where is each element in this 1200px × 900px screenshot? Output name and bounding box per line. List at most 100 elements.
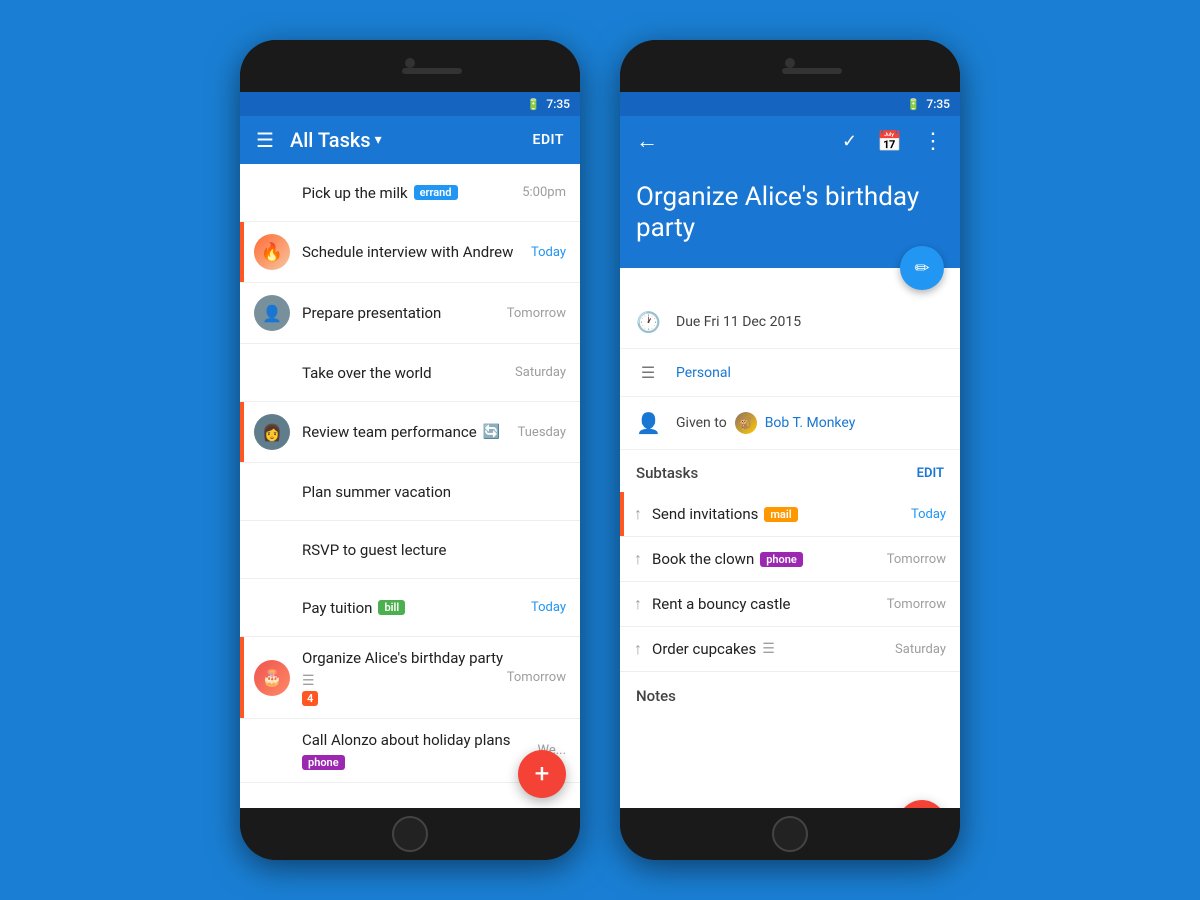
task-text: Pick up the milk errand <box>302 184 522 202</box>
task-list: Pick up the milk errand 5:00pm 🔥 Schedul… <box>240 164 580 808</box>
subtask-due: Tomorrow <box>887 552 946 567</box>
subtask-item[interactable]: ↑ Order cupcakes ☰ Saturday <box>620 627 960 672</box>
due-date-text: Due Fri 11 Dec 2015 <box>676 314 801 330</box>
menu-icon[interactable]: ☰ <box>256 128 274 152</box>
assignee-info: Given to 🐒 Bob T. Monkey <box>676 412 855 434</box>
left-screen: 🔋 7:35 ☰ All Tasks ▾ EDIT Pick <box>240 92 580 808</box>
subtasks-edit-button[interactable]: EDIT <box>917 466 944 481</box>
camera <box>405 58 415 68</box>
home-button[interactable] <box>392 816 428 852</box>
task-item[interactable]: Plan summer vacation <box>240 463 580 521</box>
subtask-item[interactable]: ↑ Rent a bouncy castle Tomorrow <box>620 582 960 627</box>
detail-meta: 🕐 Due Fri 11 Dec 2015 ☰ Personal 👤 Given… <box>620 268 960 450</box>
notes-icon: ☰ <box>762 641 775 657</box>
bottom-bezel <box>240 808 580 860</box>
top-bezel-right <box>620 40 960 92</box>
task-due: Tomorrow <box>507 306 566 321</box>
bottom-bezel-right <box>620 808 960 860</box>
avatar: 🔥 <box>254 234 290 270</box>
phone-badge: phone <box>760 552 803 567</box>
task-due: 5:00pm <box>522 185 566 200</box>
task-text: Schedule interview with Andrew <box>302 243 531 261</box>
task-main-title: Organize Alice's birthday party <box>636 182 944 244</box>
task-title-area: Organize Alice's birthday party ✏ <box>620 166 960 268</box>
battery-icon-right: 🔋 <box>907 98 921 111</box>
subtasks-label: Subtasks <box>636 464 698 482</box>
back-button[interactable]: ← <box>636 128 658 154</box>
speaker-right <box>782 68 842 74</box>
app-title[interactable]: All Tasks ▾ <box>290 128 382 152</box>
subtasks-header: Subtasks EDIT <box>620 450 960 492</box>
task-due: Today <box>531 600 566 615</box>
status-bar-left: 🔋 7:35 <box>240 92 580 116</box>
dropdown-arrow-icon: ▾ <box>375 132 382 148</box>
fab-button[interactable]: + <box>518 750 566 798</box>
task-text: Call Alonzo about holiday plans phone <box>302 731 537 770</box>
task-title: Plan summer vacation <box>302 483 566 501</box>
battery-icon-left: 🔋 <box>527 98 541 111</box>
subtask-item[interactable]: ↑ Send invitations mail Today <box>620 492 960 537</box>
subtask-title: Send invitations mail <box>652 505 901 523</box>
task-due: Saturday <box>515 365 566 380</box>
task-text: Plan summer vacation <box>302 483 566 501</box>
assignee-name[interactable]: Bob T. Monkey <box>765 415 856 431</box>
time-right: 7:35 <box>926 97 950 111</box>
task-text: RSVP to guest lecture <box>302 541 566 559</box>
camera-right <box>785 58 795 68</box>
task-title: RSVP to guest lecture <box>302 541 566 559</box>
list-row: ☰ Personal <box>620 349 960 397</box>
task-text: Take over the world <box>302 364 515 382</box>
notes-icon: ☰ <box>302 673 315 689</box>
task-text: Organize Alice's birthday party ☰ 4 <box>302 649 507 706</box>
subtask-due: Saturday <box>895 642 946 657</box>
task-title: Review team performance 🔄 <box>302 423 518 441</box>
header-actions: ✓ 📅 ⋮ <box>842 129 944 154</box>
more-icon[interactable]: ⋮ <box>922 129 944 154</box>
clock-icon: 🕐 <box>636 310 660 334</box>
notes-label: Notes <box>636 687 676 705</box>
left-phone: 🔋 7:35 ☰ All Tasks ▾ EDIT Pick <box>240 40 580 860</box>
errand-badge: errand <box>414 185 458 200</box>
home-button-right[interactable] <box>772 816 808 852</box>
subtask-due: Today <box>911 507 946 522</box>
bill-badge: bill <box>378 600 405 615</box>
check-icon[interactable]: ✓ <box>842 131 857 152</box>
task-title: Pick up the milk errand <box>302 184 522 202</box>
subtask-title: Order cupcakes ☰ <box>652 640 885 658</box>
task-detail-content: 🕐 Due Fri 11 Dec 2015 ☰ Personal 👤 Given… <box>620 268 960 808</box>
assignee-avatar: 🐒 <box>735 412 757 434</box>
edit-button[interactable]: EDIT <box>533 132 564 148</box>
calendar-icon[interactable]: 📅 <box>877 129 902 153</box>
task-text: Review team performance 🔄 <box>302 423 518 441</box>
task-title: Prepare presentation <box>302 304 507 322</box>
header-left: ☰ All Tasks ▾ <box>256 128 382 152</box>
subtask-arrow-icon: ↑ <box>634 594 642 614</box>
task-item[interactable]: 🎂 Organize Alice's birthday party ☰ 4 To… <box>240 637 580 719</box>
mail-badge: mail <box>764 507 797 522</box>
repeat-icon: 🔄 <box>483 424 500 440</box>
task-due: Tomorrow <box>507 670 566 685</box>
task-title: Pay tuition bill <box>302 599 531 617</box>
avatar: 🎂 <box>254 660 290 696</box>
task-item[interactable]: 👩 Review team performance 🔄 Tuesday <box>240 402 580 463</box>
task-title: Schedule interview with Andrew <box>302 243 531 261</box>
subtask-arrow-icon: ↑ <box>634 504 642 524</box>
list-name[interactable]: Personal <box>676 365 731 381</box>
task-item[interactable]: RSVP to guest lecture <box>240 521 580 579</box>
avatar: 👤 <box>254 295 290 331</box>
subtask-title: Rent a bouncy castle <box>652 595 877 613</box>
speaker <box>402 68 462 74</box>
task-item[interactable]: 👤 Prepare presentation Tomorrow <box>240 283 580 344</box>
task-item[interactable]: 🔥 Schedule interview with Andrew Today <box>240 222 580 283</box>
task-text: Pay tuition bill <box>302 599 531 617</box>
subtask-item[interactable]: ↑ Book the clown phone Tomorrow <box>620 537 960 582</box>
task-item[interactable]: Pick up the milk errand 5:00pm <box>240 164 580 222</box>
task-item[interactable]: Pay tuition bill Today <box>240 579 580 637</box>
subtask-count: 4 <box>302 691 318 706</box>
task-title: Take over the world <box>302 364 515 382</box>
task-item[interactable]: Take over the world Saturday <box>240 344 580 402</box>
task-sub-row: 4 <box>302 691 507 706</box>
subtask-title: Book the clown phone <box>652 550 877 568</box>
task-due: Today <box>531 245 566 260</box>
phone-badge: phone <box>302 755 345 770</box>
